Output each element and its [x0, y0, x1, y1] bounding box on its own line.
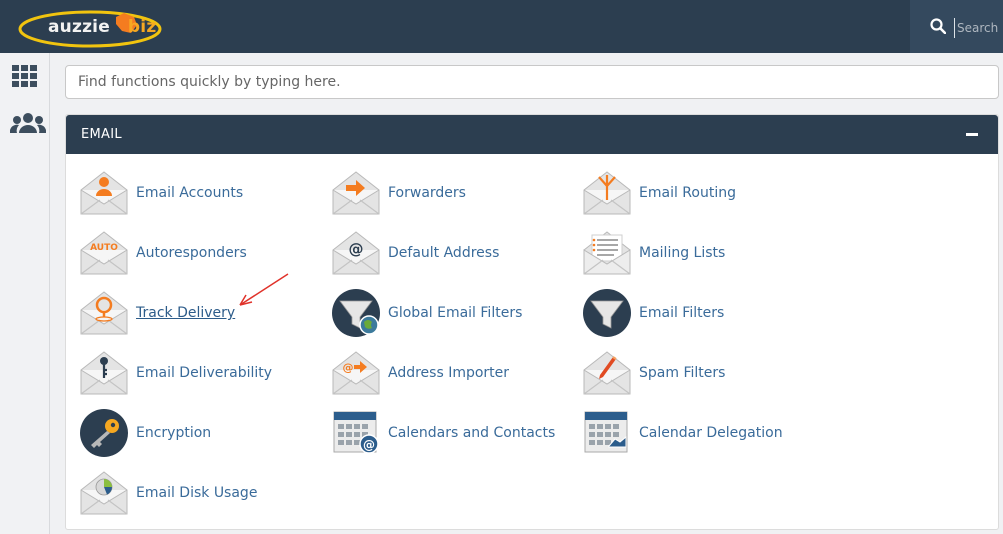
- item-label: Email Disk Usage: [136, 485, 258, 501]
- global-email-filters-icon: [331, 288, 381, 338]
- svg-text:@: @: [349, 240, 364, 258]
- brand-name-part1: auzzie: [48, 17, 110, 37]
- top-bar: auzzie biz: [0, 0, 1003, 53]
- email-disk-usage-icon: [80, 471, 128, 515]
- item-label: Default Address: [388, 245, 500, 261]
- brand-name-part2: biz: [127, 17, 157, 37]
- item-label: Calendars and Contacts: [388, 425, 556, 441]
- item-label: Email Filters: [639, 305, 725, 321]
- users-icon[interactable]: [10, 111, 46, 137]
- address-importer-link[interactable]: @ Address Importer: [331, 348, 509, 398]
- item-label: Track Delivery: [136, 305, 236, 321]
- calendars-contacts-link[interactable]: @ Calendars and Contacts: [331, 408, 555, 458]
- track-delivery-link[interactable]: Track Delivery: [79, 288, 235, 338]
- svg-text:@: @: [343, 361, 354, 374]
- email-accounts-icon: [80, 171, 128, 215]
- annotation-arrow-icon: [239, 273, 289, 306]
- item-label: Email Accounts: [136, 185, 244, 201]
- email-disk-usage-link[interactable]: Email Disk Usage: [79, 468, 257, 518]
- global-email-filters-link[interactable]: Global Email Filters: [331, 288, 522, 338]
- autoresponders-link[interactable]: AUTO Autoresponders: [79, 228, 247, 278]
- email-filters-icon: [582, 288, 632, 338]
- sidebar: [0, 53, 50, 534]
- encryption-link[interactable]: Encryption: [79, 408, 211, 458]
- email-filters-link[interactable]: Email Filters: [582, 288, 724, 338]
- autoresponders-icon: AUTO: [80, 231, 128, 275]
- item-label: Email Routing: [639, 185, 736, 201]
- track-delivery-icon: [80, 291, 128, 335]
- encryption-icon: [80, 409, 128, 457]
- collapse-icon[interactable]: [966, 133, 978, 136]
- spam-filters-link[interactable]: Spam Filters: [582, 348, 725, 398]
- item-label: Address Importer: [388, 365, 510, 381]
- item-label: Spam Filters: [639, 365, 726, 381]
- calendar-delegation-link[interactable]: Calendar Delegation: [582, 408, 783, 458]
- address-importer-icon: @: [332, 351, 380, 395]
- calendar-delegation-icon: [584, 411, 628, 453]
- email-accounts-link[interactable]: Email Accounts: [79, 168, 243, 218]
- default-address-icon: @: [332, 231, 380, 275]
- email-routing-link[interactable]: Email Routing: [582, 168, 736, 218]
- calendars-contacts-icon: @: [333, 411, 379, 454]
- grid-icon[interactable]: [10, 63, 40, 91]
- search-input[interactable]: [954, 18, 1003, 38]
- global-search: [910, 0, 1003, 53]
- svg-text:@: @: [363, 438, 375, 452]
- item-label: Calendar Delegation: [639, 425, 783, 441]
- mailing-lists-link[interactable]: Mailing Lists: [582, 228, 725, 278]
- email-section-header[interactable]: EMAIL: [66, 115, 998, 154]
- section-title: EMAIL: [81, 127, 122, 142]
- email-routing-icon: [583, 171, 631, 215]
- item-label: Mailing Lists: [639, 245, 726, 261]
- item-label: Autoresponders: [136, 245, 247, 261]
- item-label: Global Email Filters: [388, 305, 523, 321]
- item-label: Email Deliverability: [136, 365, 273, 381]
- email-deliverability-icon: [80, 351, 128, 395]
- item-label: Forwarders: [388, 185, 466, 201]
- forwarders-icon: [332, 171, 380, 215]
- forwarders-link[interactable]: Forwarders: [331, 168, 466, 218]
- item-label: Encryption: [136, 425, 212, 441]
- search-icon[interactable]: [930, 18, 946, 34]
- brand-logo[interactable]: auzzie biz: [18, 5, 173, 49]
- email-deliverability-link[interactable]: Email Deliverability: [79, 348, 272, 398]
- spam-filters-icon: [583, 351, 631, 395]
- default-address-link[interactable]: @ Default Address: [331, 228, 499, 278]
- mailing-lists-icon: [583, 231, 631, 275]
- quick-find-input[interactable]: [65, 65, 999, 99]
- svg-text:AUTO: AUTO: [90, 243, 118, 253]
